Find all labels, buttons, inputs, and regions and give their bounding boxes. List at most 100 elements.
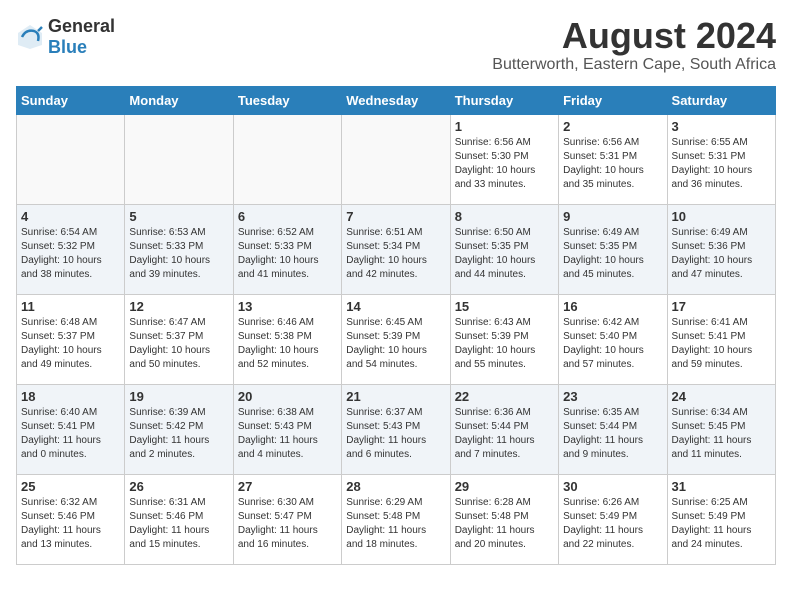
- calendar-cell: [17, 114, 125, 204]
- day-number: 5: [129, 209, 228, 224]
- cell-info: Sunrise: 6:29 AM Sunset: 5:48 PM Dayligh…: [346, 496, 445, 552]
- cell-info: Sunrise: 6:40 AM Sunset: 5:41 PM Dayligh…: [21, 406, 120, 462]
- cell-info: Sunrise: 6:54 AM Sunset: 5:32 PM Dayligh…: [21, 226, 120, 282]
- day-number: 1: [455, 119, 554, 134]
- main-title: August 2024: [492, 16, 776, 56]
- cell-info: Sunrise: 6:31 AM Sunset: 5:46 PM Dayligh…: [129, 496, 228, 552]
- day-number: 6: [238, 209, 337, 224]
- day-number: 13: [238, 299, 337, 314]
- calendar-cell: 14Sunrise: 6:45 AM Sunset: 5:39 PM Dayli…: [342, 294, 450, 384]
- cell-info: Sunrise: 6:39 AM Sunset: 5:42 PM Dayligh…: [129, 406, 228, 462]
- calendar-table: SundayMondayTuesdayWednesdayThursdayFrid…: [16, 86, 776, 565]
- day-number: 30: [563, 479, 662, 494]
- cell-info: Sunrise: 6:43 AM Sunset: 5:39 PM Dayligh…: [455, 316, 554, 372]
- day-number: 25: [21, 479, 120, 494]
- day-number: 3: [672, 119, 771, 134]
- title-area: August 2024 Butterworth, Eastern Cape, S…: [492, 16, 776, 74]
- day-number: 2: [563, 119, 662, 134]
- calendar-cell: 6 Sunrise: 6:52 AM Sunset: 5:33 PM Daylig…: [233, 204, 341, 294]
- calendar-cell: 8Sunrise: 6:50 AM Sunset: 5:35 PM Daylig…: [450, 204, 558, 294]
- cell-info: Sunrise: 6:41 AM Sunset: 5:41 PM Dayligh…: [672, 316, 771, 372]
- cell-info: Sunrise: 6:37 AM Sunset: 5:43 PM Dayligh…: [346, 406, 445, 462]
- day-number: 27: [238, 479, 337, 494]
- cell-info: Sunrise: 6:49 AM Sunset: 5:35 PM Dayligh…: [563, 226, 662, 282]
- calendar-cell: 5Sunrise: 6:53 AM Sunset: 5:33 PM Daylig…: [125, 204, 233, 294]
- day-number: 9: [563, 209, 662, 224]
- day-number: 4: [21, 209, 120, 224]
- calendar-cell: 15 Sunrise: 6:43 AM Sunset: 5:39 PM Dayli…: [450, 294, 558, 384]
- cell-info: Sunrise: 6:48 AM Sunset: 5:37 PM Dayligh…: [21, 316, 120, 372]
- sub-title: Butterworth, Eastern Cape, South Africa: [492, 56, 776, 74]
- cell-info: Sunrise: 6:35 AM Sunset: 5:44 PM Dayligh…: [563, 406, 662, 462]
- calendar-cell: 11 Sunrise: 6:48 AM Sunset: 5:37 PM Dayli…: [17, 294, 125, 384]
- day-number: 15: [455, 299, 554, 314]
- calendar-cell: 23 Sunrise: 6:35 AM Sunset: 5:44 PM Dayli…: [559, 384, 667, 474]
- calendar-cell: 19 Sunrise: 6:39 AM Sunset: 5:42 PM Dayli…: [125, 384, 233, 474]
- day-number: 21: [346, 389, 445, 404]
- calendar-cell: 13Sunrise: 6:46 AM Sunset: 5:38 PM Dayli…: [233, 294, 341, 384]
- cell-info: Sunrise: 6:49 AM Sunset: 5:36 PM Dayligh…: [672, 226, 771, 282]
- day-number: 17: [672, 299, 771, 314]
- calendar-cell: 25Sunrise: 6:32 AM Sunset: 5:46 PM Dayli…: [17, 474, 125, 564]
- logo: General Blue: [16, 16, 115, 58]
- calendar-cell: 2 Sunrise: 6:56 AM Sunset: 5:31 PM Daylig…: [559, 114, 667, 204]
- calendar-cell: [125, 114, 233, 204]
- cell-info: Sunrise: 6:50 AM Sunset: 5:35 PM Dayligh…: [455, 226, 554, 282]
- calendar-cell: 16 Sunrise: 6:42 AM Sunset: 5:40 PM Dayli…: [559, 294, 667, 384]
- calendar-cell: [233, 114, 341, 204]
- header-day-wednesday: Wednesday: [342, 86, 450, 114]
- day-number: 19: [129, 389, 228, 404]
- header-day-thursday: Thursday: [450, 86, 558, 114]
- calendar-cell: 9 Sunrise: 6:49 AM Sunset: 5:35 PM Daylig…: [559, 204, 667, 294]
- calendar-cell: 28Sunrise: 6:29 AM Sunset: 5:48 PM Dayli…: [342, 474, 450, 564]
- calendar-cell: 24Sunrise: 6:34 AM Sunset: 5:45 PM Dayli…: [667, 384, 775, 474]
- calendar-cell: [342, 114, 450, 204]
- day-number: 16: [563, 299, 662, 314]
- day-number: 7: [346, 209, 445, 224]
- cell-info: Sunrise: 6:38 AM Sunset: 5:43 PM Dayligh…: [238, 406, 337, 462]
- day-number: 26: [129, 479, 228, 494]
- cell-info: Sunrise: 6:42 AM Sunset: 5:40 PM Dayligh…: [563, 316, 662, 372]
- day-number: 23: [563, 389, 662, 404]
- logo-icon: [16, 23, 44, 51]
- calendar-cell: 31Sunrise: 6:25 AM Sunset: 5:49 PM Dayli…: [667, 474, 775, 564]
- day-number: 12: [129, 299, 228, 314]
- header-day-monday: Monday: [125, 86, 233, 114]
- week-row-3: 11 Sunrise: 6:48 AM Sunset: 5:37 PM Dayli…: [17, 294, 776, 384]
- logo-text: General Blue: [48, 16, 115, 58]
- cell-info: Sunrise: 6:56 AM Sunset: 5:31 PM Dayligh…: [563, 136, 662, 192]
- calendar-cell: 1 Sunrise: 6:56 AM Sunset: 5:30 PM Daylig…: [450, 114, 558, 204]
- calendar-cell: 7 Sunrise: 6:51 AM Sunset: 5:34 PM Daylig…: [342, 204, 450, 294]
- cell-info: Sunrise: 6:51 AM Sunset: 5:34 PM Dayligh…: [346, 226, 445, 282]
- day-number: 20: [238, 389, 337, 404]
- day-number: 11: [21, 299, 120, 314]
- calendar-cell: 17 Sunrise: 6:41 AM Sunset: 5:41 PM Dayli…: [667, 294, 775, 384]
- day-number: 29: [455, 479, 554, 494]
- calendar-cell: 26 Sunrise: 6:31 AM Sunset: 5:46 PM Dayli…: [125, 474, 233, 564]
- header-day-saturday: Saturday: [667, 86, 775, 114]
- week-row-1: 1 Sunrise: 6:56 AM Sunset: 5:30 PM Daylig…: [17, 114, 776, 204]
- cell-info: Sunrise: 6:52 AM Sunset: 5:33 PM Dayligh…: [238, 226, 337, 282]
- week-row-4: 18 Sunrise: 6:40 AM Sunset: 5:41 PM Dayli…: [17, 384, 776, 474]
- week-row-5: 25Sunrise: 6:32 AM Sunset: 5:46 PM Dayli…: [17, 474, 776, 564]
- cell-info: Sunrise: 6:55 AM Sunset: 5:31 PM Dayligh…: [672, 136, 771, 192]
- week-row-2: 4 Sunrise: 6:54 AM Sunset: 5:32 PM Daylig…: [17, 204, 776, 294]
- calendar-cell: 10 Sunrise: 6:49 AM Sunset: 5:36 PM Dayli…: [667, 204, 775, 294]
- day-number: 10: [672, 209, 771, 224]
- calendar-cell: 3 Sunrise: 6:55 AM Sunset: 5:31 PM Daylig…: [667, 114, 775, 204]
- calendar-cell: 20 Sunrise: 6:38 AM Sunset: 5:43 PM Dayli…: [233, 384, 341, 474]
- cell-info: Sunrise: 6:47 AM Sunset: 5:37 PM Dayligh…: [129, 316, 228, 372]
- cell-info: Sunrise: 6:34 AM Sunset: 5:45 PM Dayligh…: [672, 406, 771, 462]
- cell-info: Sunrise: 6:30 AM Sunset: 5:47 PM Dayligh…: [238, 496, 337, 552]
- day-number: 18: [21, 389, 120, 404]
- cell-info: Sunrise: 6:56 AM Sunset: 5:30 PM Dayligh…: [455, 136, 554, 192]
- header: General Blue August 2024 Butterworth, Ea…: [16, 16, 776, 74]
- calendar-cell: 22Sunrise: 6:36 AM Sunset: 5:44 PM Dayli…: [450, 384, 558, 474]
- calendar-cell: 21 Sunrise: 6:37 AM Sunset: 5:43 PM Dayli…: [342, 384, 450, 474]
- calendar-cell: 18 Sunrise: 6:40 AM Sunset: 5:41 PM Dayli…: [17, 384, 125, 474]
- cell-info: Sunrise: 6:28 AM Sunset: 5:48 PM Dayligh…: [455, 496, 554, 552]
- day-number: 14: [346, 299, 445, 314]
- calendar-cell: 12 Sunrise: 6:47 AM Sunset: 5:37 PM Dayli…: [125, 294, 233, 384]
- header-row: SundayMondayTuesdayWednesdayThursdayFrid…: [17, 86, 776, 114]
- calendar-cell: 27 Sunrise: 6:30 AM Sunset: 5:47 PM Dayli…: [233, 474, 341, 564]
